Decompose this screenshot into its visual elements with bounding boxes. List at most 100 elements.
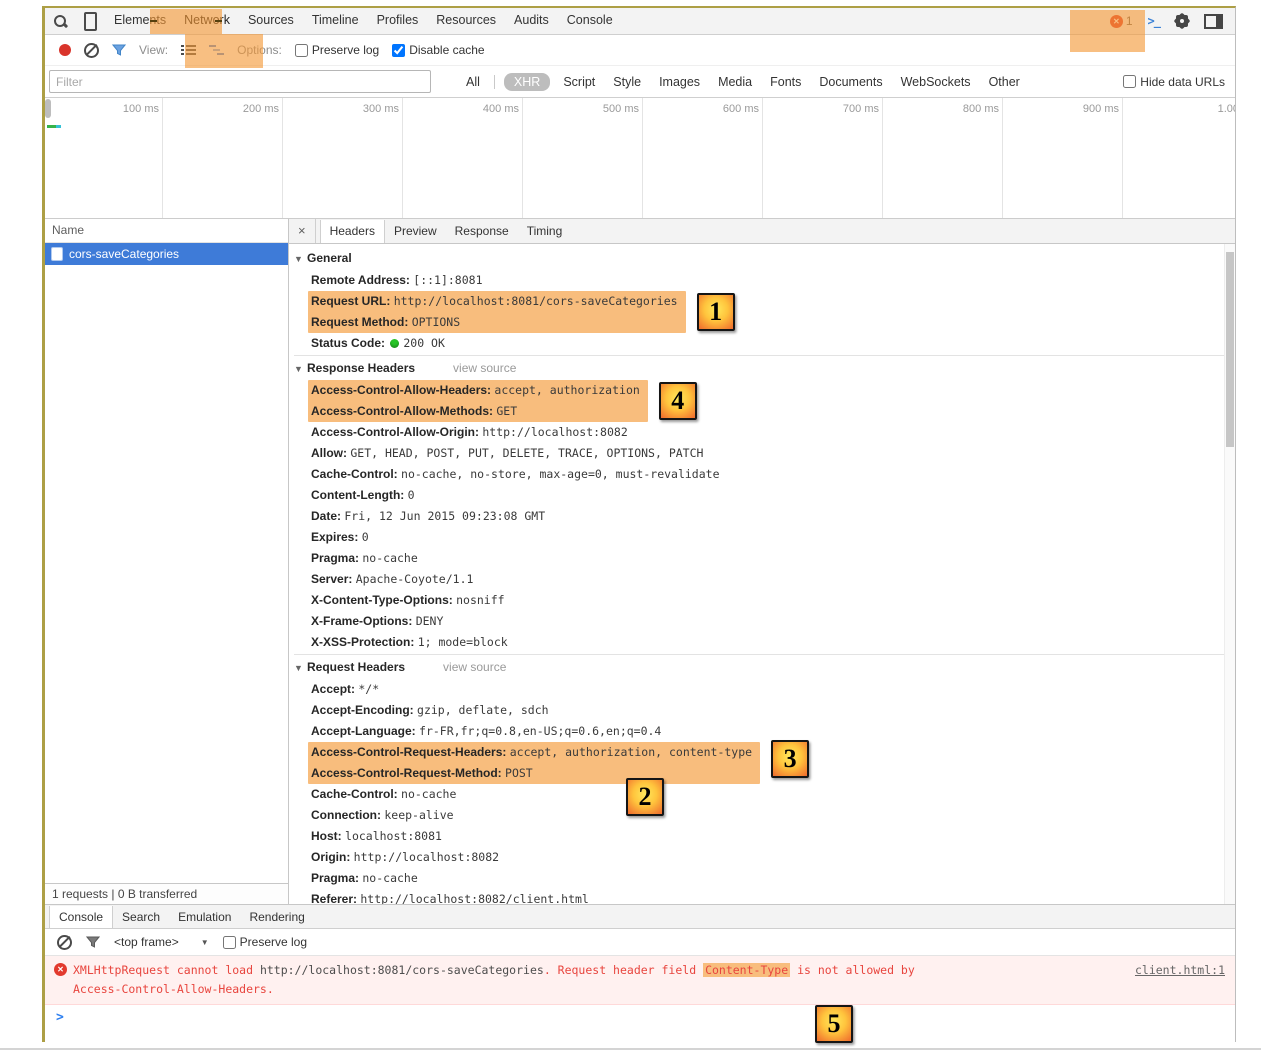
preserve-log-checkbox[interactable]	[295, 44, 308, 57]
header-name: Origin:	[311, 850, 350, 864]
details-tabbar: × HeadersPreviewResponseTiming	[289, 219, 1235, 244]
tab-elements[interactable]: Elements	[105, 8, 175, 34]
tab-sources[interactable]: Sources	[239, 8, 303, 34]
console-tab-console[interactable]: Console	[49, 906, 113, 928]
type-filter-websockets[interactable]: WebSockets	[892, 74, 980, 90]
type-filter-xhr[interactable]: XHR	[504, 73, 550, 91]
scrollbar-thumb[interactable]	[1226, 252, 1234, 447]
header-line: Pragma: no-cache	[294, 548, 1235, 569]
header-line: Access-Control-Allow-Headers: accept, au…	[311, 380, 640, 401]
requests-name-column-header[interactable]: Name	[45, 219, 288, 243]
tab-profiles[interactable]: Profiles	[368, 8, 428, 34]
header-line: Remote Address: [::1]:8081	[294, 270, 1235, 291]
details-scrollbar[interactable]	[1224, 244, 1235, 904]
section-title[interactable]: ▼Request Headersview source	[294, 656, 1235, 679]
details-tab-response[interactable]: Response	[446, 220, 518, 243]
section-title[interactable]: ▼Response Headersview source	[294, 357, 1235, 380]
tick-label: 800 ms	[963, 103, 999, 115]
header-value: OPTIONS	[412, 315, 460, 329]
tab-audits[interactable]: Audits	[505, 8, 558, 34]
console-tab-emulation[interactable]: Emulation	[169, 906, 240, 928]
headers-section-general: ▼GeneralRemote Address: [::1]:8081Reques…	[294, 247, 1235, 354]
tab-network[interactable]: Network	[175, 8, 239, 34]
page-bottom-border	[0, 1048, 1261, 1050]
annotation-3: 3	[771, 740, 809, 778]
header-line: Accept: */*	[294, 679, 1235, 700]
requests-summary: 1 requests | 0 B transferred	[45, 883, 288, 904]
console-prompt-chevron[interactable]: >	[45, 1005, 1235, 1025]
header-value: keep-alive	[384, 808, 453, 822]
toggle-console-icon[interactable]: >_	[1148, 14, 1160, 28]
header-name: Accept:	[311, 682, 355, 696]
request-row[interactable]: cors-saveCategories	[45, 243, 288, 265]
error-count-badge[interactable]: ✕ 1	[1110, 14, 1133, 28]
header-line: Connection: keep-alive	[294, 805, 1235, 826]
triangle-down-icon: ▼	[294, 657, 307, 679]
type-filter-documents[interactable]: Documents	[810, 74, 891, 90]
error-source-link[interactable]: client.html:1	[1115, 961, 1225, 980]
tick-gridline	[642, 98, 643, 218]
tab-resources[interactable]: Resources	[427, 8, 505, 34]
device-mode-icon[interactable]	[84, 12, 97, 31]
type-filter-other[interactable]: Other	[980, 74, 1029, 90]
type-filter-images[interactable]: Images	[650, 74, 709, 90]
header-line: Cache-Control: no-cache	[294, 784, 1235, 805]
clear-console-icon[interactable]	[57, 935, 72, 950]
triangle-down-icon: ▼	[294, 248, 307, 270]
section-title[interactable]: ▼General	[294, 247, 1235, 270]
type-filter-style[interactable]: Style	[604, 74, 650, 90]
header-value: accept, authorization	[494, 383, 639, 397]
console-error-row: ✕ XMLHttpRequest cannot load http://loca…	[45, 956, 1235, 1005]
list-view-icon[interactable]	[181, 44, 196, 56]
header-line: Cache-Control: no-cache, no-store, max-a…	[294, 464, 1235, 485]
close-details-icon[interactable]: ×	[289, 219, 316, 243]
header-value: gzip, deflate, sdch	[417, 703, 549, 717]
record-button[interactable]	[59, 44, 71, 56]
header-line: Access-Control-Allow-Methods: GET	[311, 401, 640, 422]
view-source-link[interactable]: view source	[453, 361, 516, 375]
waterfall-view-icon[interactable]	[209, 44, 224, 56]
tick-gridline	[1002, 98, 1003, 218]
view-source-link[interactable]: view source	[443, 660, 506, 674]
hide-data-urls-row: Hide data URLs	[1123, 75, 1225, 89]
annotation-4: 4	[659, 382, 697, 420]
console-tab-search[interactable]: Search	[113, 906, 169, 928]
header-value: http://localhost:8082/client.html	[360, 892, 588, 904]
search-icon[interactable]	[53, 14, 68, 29]
header-value: fr-FR,fr;q=0.8,en-US;q=0.6,en;q=0.4	[419, 724, 661, 738]
details-tab-preview[interactable]: Preview	[385, 220, 446, 243]
header-name: Remote Address:	[311, 273, 410, 287]
filter-funnel-icon[interactable]	[112, 44, 126, 56]
type-filter-media[interactable]: Media	[709, 74, 761, 90]
console-preserve-log-checkbox[interactable]	[223, 936, 236, 949]
header-name: Accept-Encoding:	[311, 703, 414, 717]
header-line: Host: localhost:8081	[294, 826, 1235, 847]
dock-side-icon[interactable]	[1204, 14, 1223, 29]
details-tab-headers[interactable]: Headers	[320, 220, 385, 243]
network-filter-row: All XHRScriptStyleImagesMediaFontsDocumen…	[45, 66, 1235, 98]
header-name: Connection:	[311, 808, 381, 822]
request-name: cors-saveCategories	[69, 247, 179, 261]
overview-scroll-handle[interactable]	[45, 99, 51, 118]
frame-selector[interactable]: <top frame> ▼	[114, 935, 209, 949]
tick-gridline	[882, 98, 883, 218]
details-tab-timing[interactable]: Timing	[518, 220, 572, 243]
filter-input[interactable]	[49, 70, 431, 93]
type-filter-all[interactable]: All	[457, 74, 489, 90]
type-filter-fonts[interactable]: Fonts	[761, 74, 810, 90]
header-value: no-cache	[362, 551, 417, 565]
error-url[interactable]: http://localhost:8081/cors-saveCategorie…	[260, 963, 544, 977]
console-filter-funnel-icon[interactable]	[86, 936, 100, 948]
tab-console[interactable]: Console	[558, 8, 622, 34]
hide-data-urls-checkbox[interactable]	[1123, 75, 1136, 88]
header-value: no-cache	[362, 871, 417, 885]
disable-cache-checkbox[interactable]	[392, 44, 405, 57]
tick-label: 100 ms	[123, 103, 159, 115]
clear-requests-icon[interactable]	[84, 43, 99, 58]
console-tab-rendering[interactable]: Rendering	[240, 906, 313, 928]
settings-gear-icon[interactable]	[1175, 14, 1189, 28]
tab-timeline[interactable]: Timeline	[303, 8, 368, 34]
header-value: 200 OK	[403, 336, 445, 350]
type-filter-script[interactable]: Script	[554, 74, 604, 90]
header-line: Accept-Language: fr-FR,fr;q=0.8,en-US;q=…	[294, 721, 1235, 742]
